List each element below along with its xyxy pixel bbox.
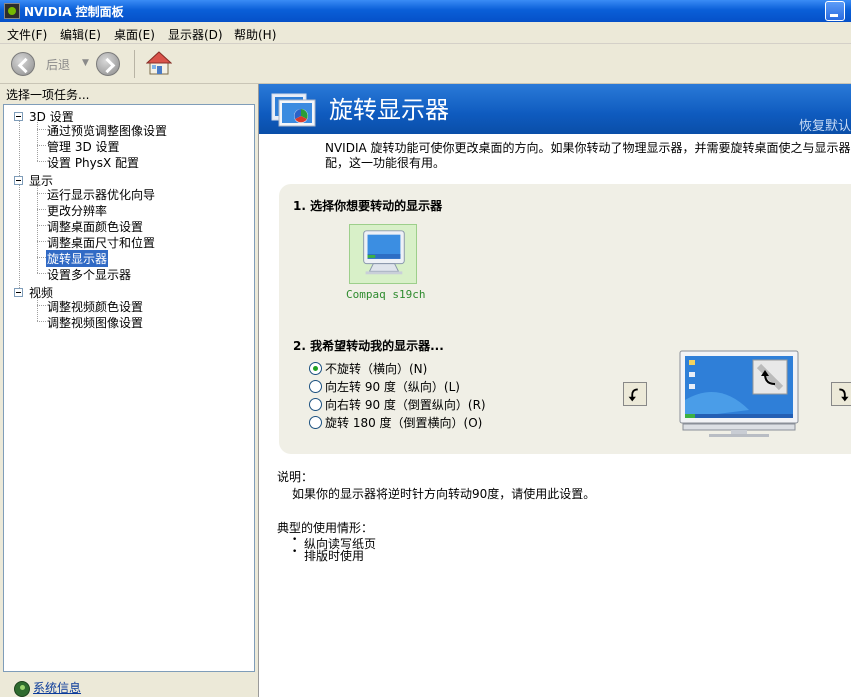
toolbar-separator	[134, 50, 135, 78]
menu-desktop[interactable]: 桌面(E)	[114, 26, 155, 43]
option-rotate-180[interactable]: 旋转 180 度（倒置横向）(O)	[309, 414, 482, 431]
tree-line	[37, 120, 38, 161]
menu-file[interactable]: 文件(F)	[7, 26, 47, 43]
tree-line	[37, 321, 46, 322]
rotation-preview-monitor	[679, 350, 799, 437]
intro-text: NVIDIA 旋转功能可使你更改桌面的方向。如果你转动了物理显示器，并需要旋转桌…	[325, 141, 851, 170]
collapse-3d-icon[interactable]	[14, 112, 23, 121]
tree-line	[37, 161, 46, 162]
option-no-rotation[interactable]: 不旋转（横向）(N)	[309, 360, 427, 377]
system-info-icon[interactable]	[14, 681, 30, 697]
tree-item-multiple-displays[interactable]: 设置多个显示器	[47, 266, 131, 283]
page-title: 旋转显示器	[329, 96, 449, 124]
toolbar: 后退 ▼	[0, 44, 851, 84]
tree-line	[37, 145, 46, 146]
description-label: 说明：	[277, 470, 314, 484]
tree-line	[37, 184, 38, 273]
back-button[interactable]	[11, 52, 35, 76]
tree-line	[37, 129, 46, 130]
task-pane-label: 选择一项任务...	[6, 88, 90, 102]
tree-item-resolution[interactable]: 更改分辨率	[47, 202, 107, 219]
tree-line	[37, 305, 46, 306]
tree-line	[37, 257, 46, 258]
monitor-select-tile[interactable]	[349, 224, 417, 284]
tree-line	[37, 225, 46, 226]
option-label: 旋转 180 度（倒置横向）(O)	[325, 416, 483, 430]
radio-button[interactable]	[309, 416, 322, 429]
tree-item-desktop-size[interactable]: 调整桌面尺寸和位置	[47, 234, 155, 251]
settings-panel: 1. 选择你想要转动的显示器 Compaq s19ch 2. 我希望转动我的显示…	[279, 184, 851, 454]
tree-line	[37, 209, 46, 210]
menu-bar: 文件(F) 编辑(E) 桌面(E) 显示器(D) 帮助(H)	[0, 22, 851, 44]
minimize-button[interactable]	[825, 1, 845, 21]
collapse-display-icon[interactable]	[14, 176, 23, 185]
rotate-right-icon	[839, 388, 849, 402]
usage-item-text: 排版时使用	[304, 549, 365, 563]
tree-item-physx[interactable]: 设置 PhysX 配置	[47, 154, 139, 171]
home-icon[interactable]	[146, 50, 172, 76]
tree-item-video-color[interactable]: 调整视频颜色设置	[47, 298, 143, 315]
monitor-name-label: Compaq s19ch	[346, 288, 426, 301]
step2-title: 2. 我希望转动我的显示器...	[293, 339, 444, 353]
option-rotate-left-90[interactable]: 向左转 90 度（纵向）(L)	[309, 378, 460, 395]
usage-label: 典型的使用情形：	[277, 521, 374, 535]
radio-button[interactable]	[309, 380, 322, 393]
radio-button[interactable]	[309, 362, 322, 375]
menu-help[interactable]: 帮助(H)	[234, 26, 276, 43]
tree-line	[37, 193, 46, 194]
system-info-link[interactable]: 系统信息	[33, 679, 81, 696]
forward-button[interactable]	[96, 52, 120, 76]
content-pane: 旋转显示器 恢复默认 NVIDIA 旋转功能可使你更改桌面的方向。如果你转动了物…	[258, 84, 851, 697]
tree-line	[19, 121, 20, 288]
tree-item-preview-image[interactable]: 通过预览调整图像设置	[47, 122, 167, 139]
step1-title: 1. 选择你想要转动的显示器	[293, 199, 443, 213]
rotate-clockwise-button[interactable]	[831, 382, 851, 406]
option-label: 不旋转（横向）(N)	[325, 362, 428, 376]
task-tree: 3D 设置 通过预览调整图像设置 管理 3D 设置 设置 PhysX 配置 显示…	[3, 104, 255, 672]
tree-line	[37, 241, 46, 242]
radio-button[interactable]	[309, 398, 322, 411]
display-settings-icon	[271, 93, 316, 127]
option-label: 向右转 90 度（倒置纵向）(R)	[325, 398, 486, 412]
usage-item: 排版时使用	[292, 547, 364, 564]
collapse-video-icon[interactable]	[14, 288, 23, 297]
menu-display[interactable]: 显示器(D)	[168, 26, 223, 43]
title-bar: NVIDIA 控制面板	[0, 0, 851, 22]
monitor-icon	[363, 230, 405, 275]
tree-line	[37, 273, 46, 274]
tree-item-optimize-wizard[interactable]: 运行显示器优化向导	[47, 186, 155, 203]
tree-item-manage-3d[interactable]: 管理 3D 设置	[47, 138, 120, 155]
back-label[interactable]: 后退	[46, 56, 70, 73]
tree-item-video-image[interactable]: 调整视频图像设置	[47, 314, 143, 331]
tree-item-rotate-display[interactable]: 旋转显示器	[46, 250, 109, 267]
option-rotate-right-90[interactable]: 向右转 90 度（倒置纵向）(R)	[309, 396, 486, 413]
tree-item-desktop-color[interactable]: 调整桌面颜色设置	[47, 218, 143, 235]
menu-edit[interactable]: 编辑(E)	[60, 26, 101, 43]
option-label: 向左转 90 度（纵向）(L)	[325, 380, 460, 394]
window-title: NVIDIA 控制面板	[24, 5, 124, 19]
description-text: 如果你的显示器将逆时针方向转动90度，请使用此设置。	[292, 487, 596, 501]
restore-defaults-link[interactable]: 恢复默认	[799, 115, 851, 134]
rotate-left-icon	[628, 388, 638, 402]
page-banner: 旋转显示器 恢复默认	[259, 84, 851, 134]
rotate-counterclockwise-button[interactable]	[623, 382, 647, 406]
nvidia-app-icon	[4, 3, 20, 19]
back-dropdown-icon[interactable]: ▼	[82, 58, 89, 68]
